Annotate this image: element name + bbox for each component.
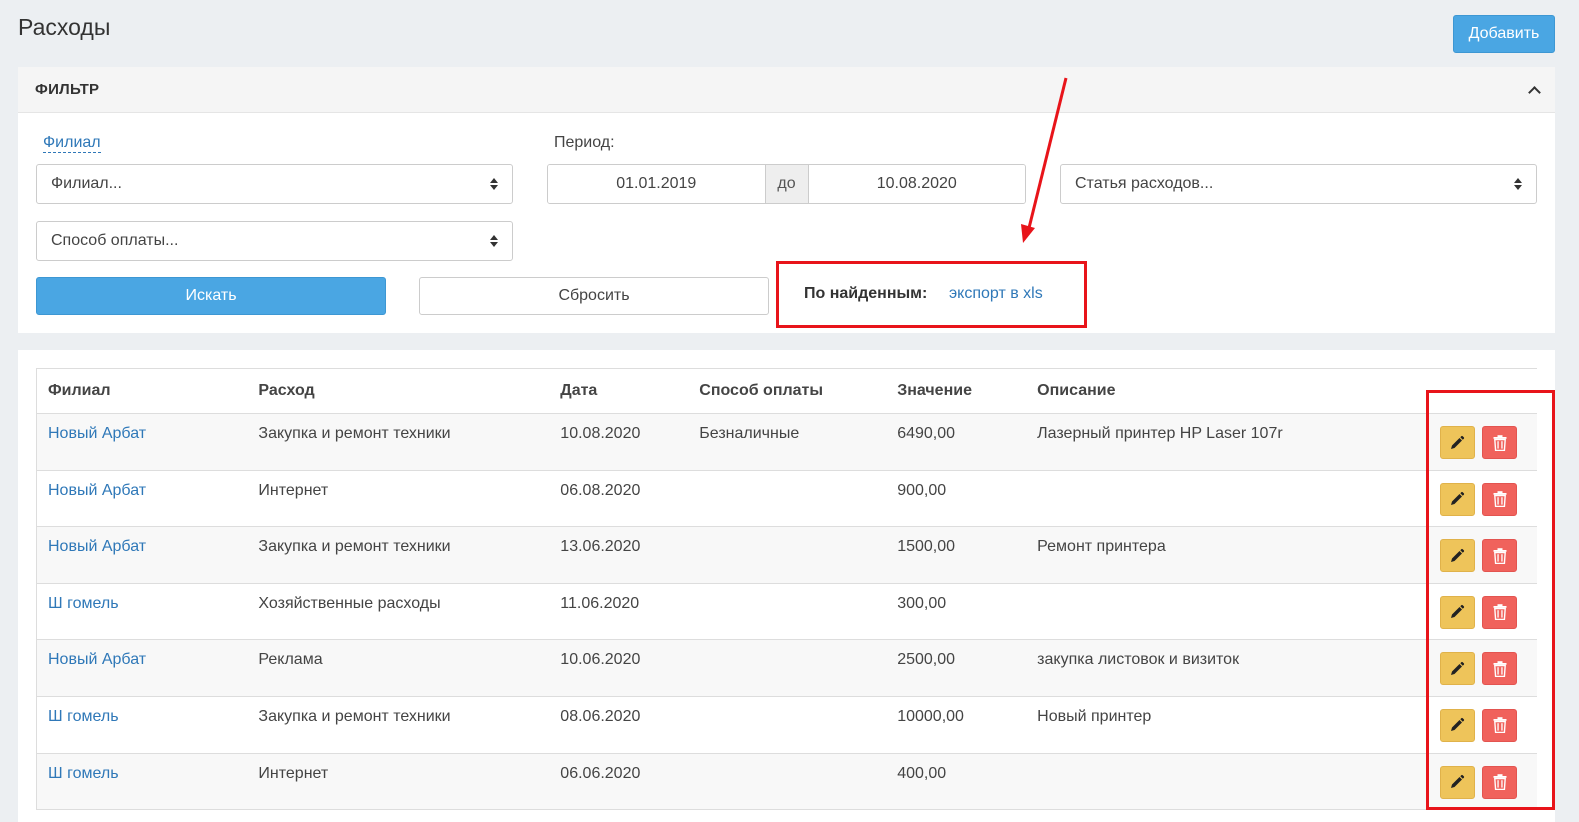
annotation-arrow	[1021, 77, 1068, 243]
